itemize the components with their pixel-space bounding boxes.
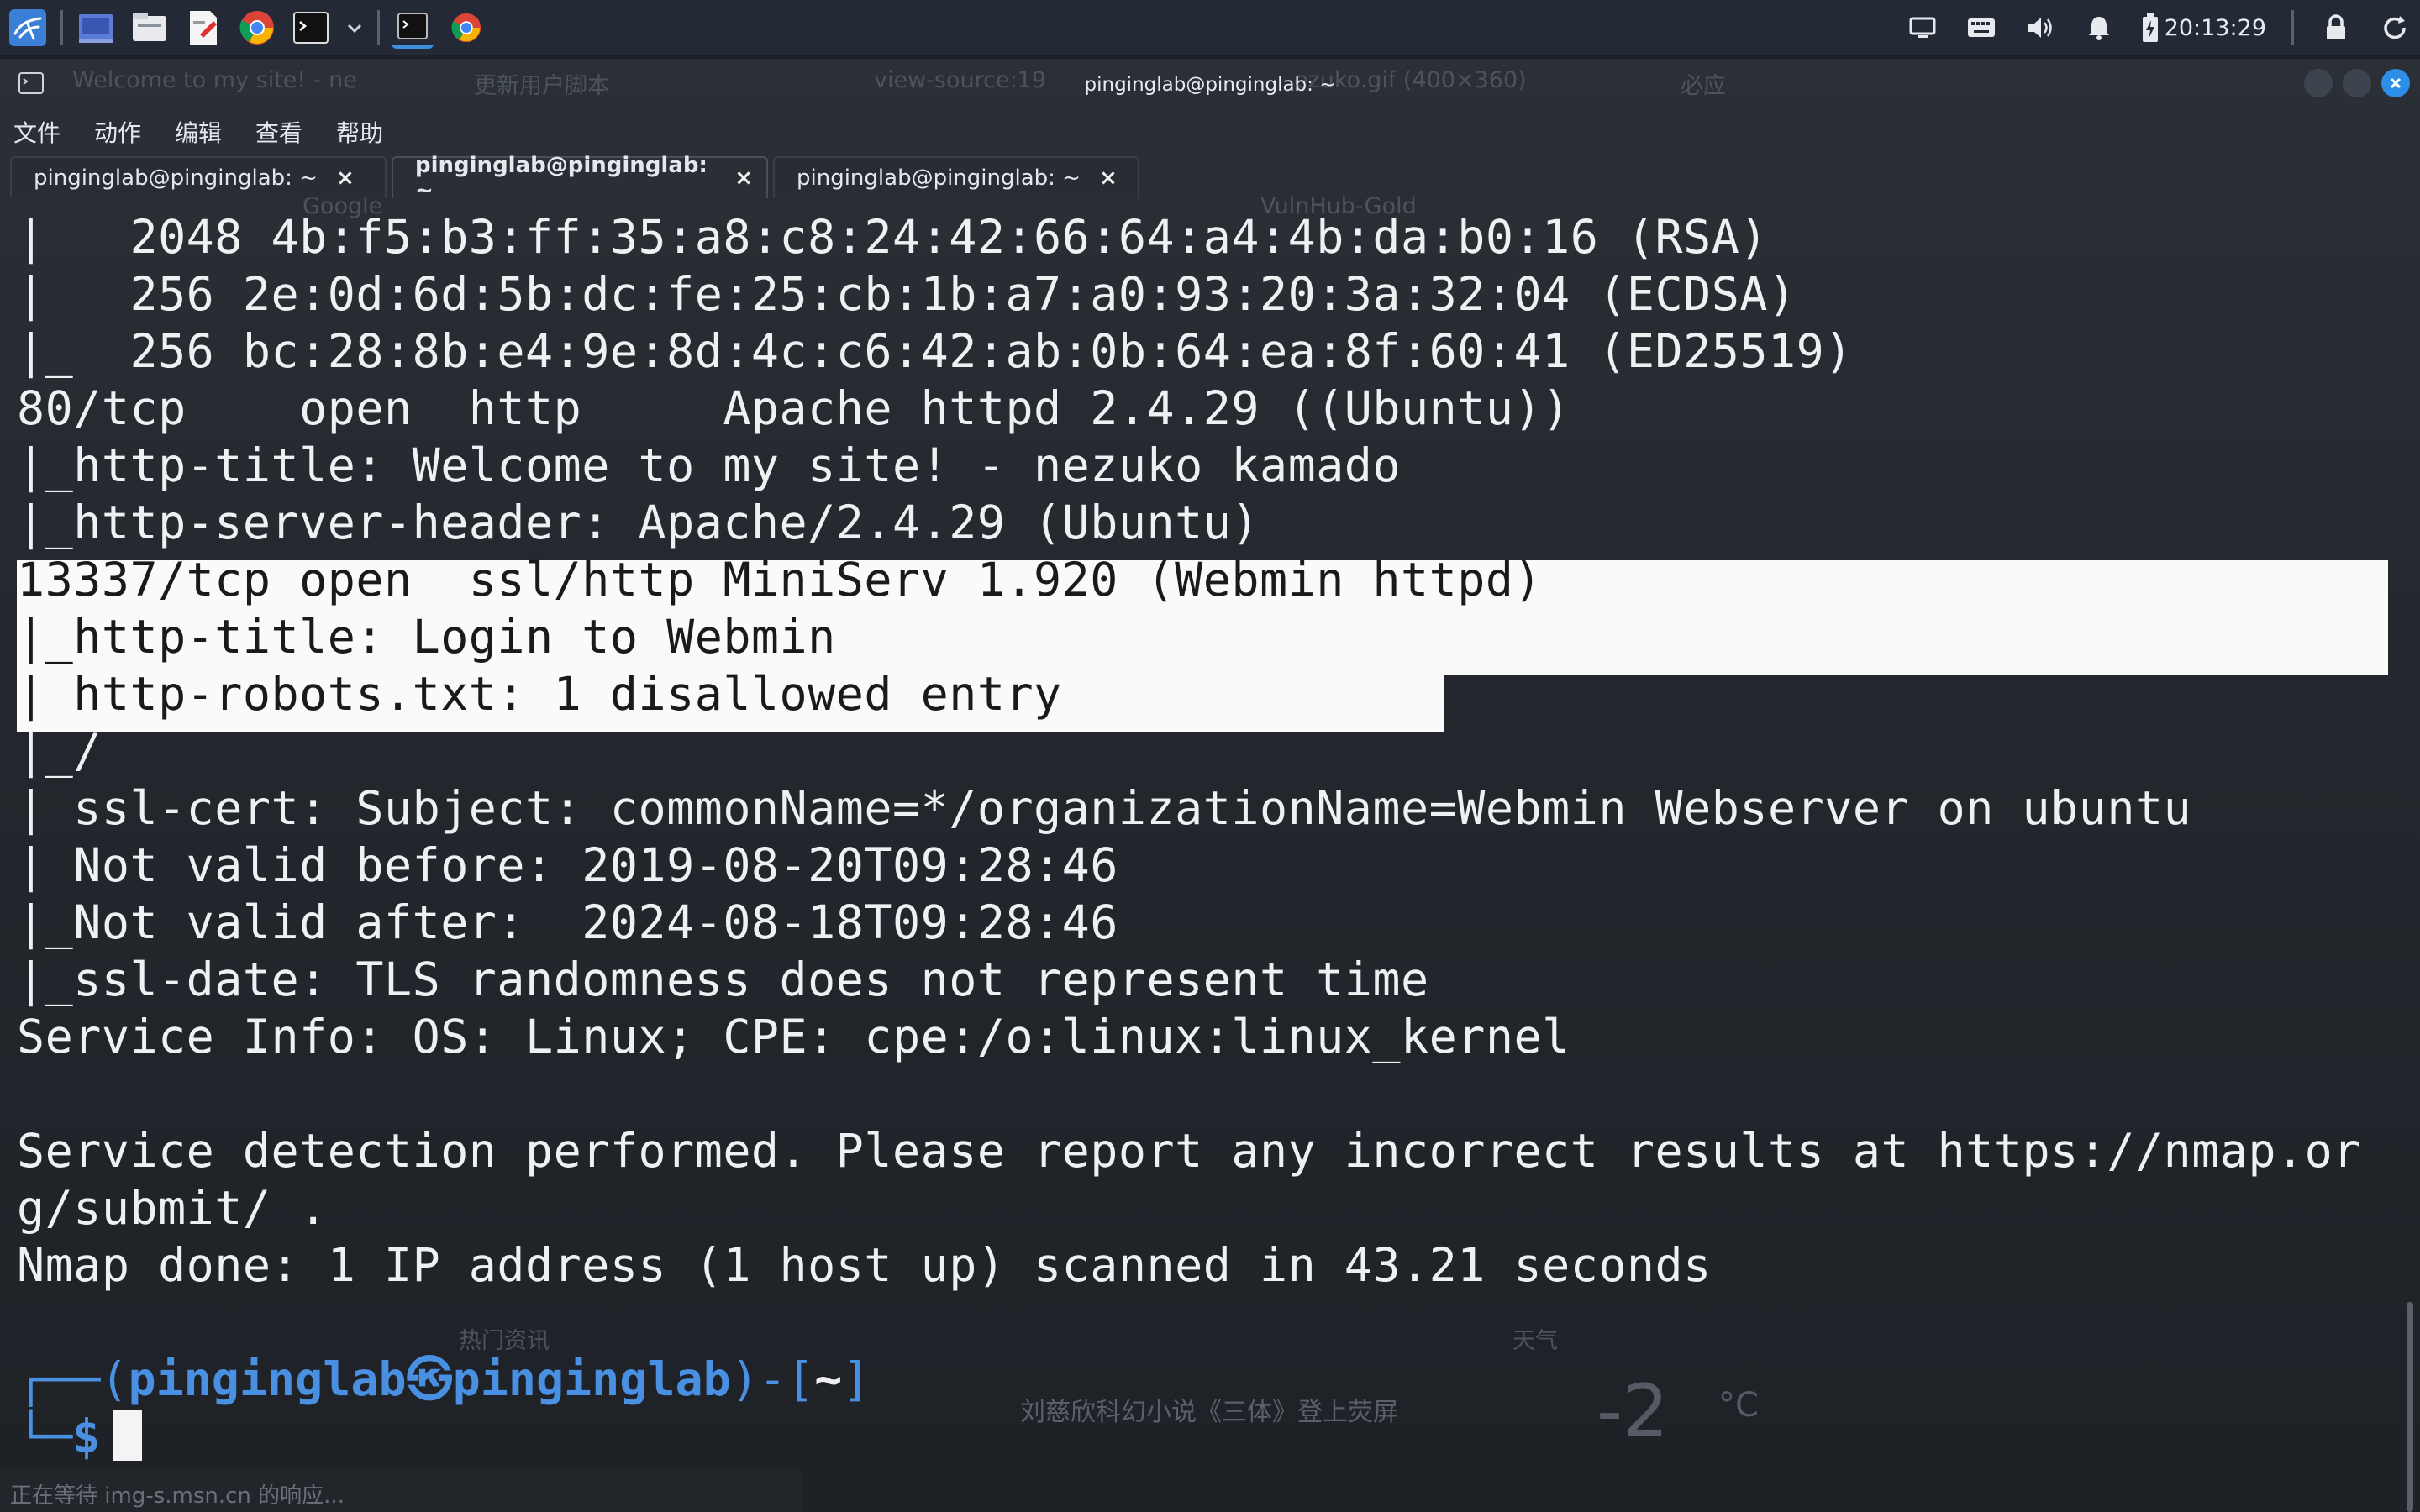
terminal-line: | Not valid before: 2019-08-20T09:28:46 xyxy=(17,838,1118,892)
clock[interactable]: 20:13:29 xyxy=(2165,15,2266,41)
menu-actions[interactable]: 动作 xyxy=(89,115,146,149)
display-icon[interactable] xyxy=(1906,11,1939,45)
maximize-button[interactable] xyxy=(2343,69,2371,97)
terminal-line-selected: |_http-title: Login to Webmin xyxy=(17,610,836,664)
file-manager-icon[interactable] xyxy=(129,7,171,49)
ghost-status-bar: 正在等待 img-s.msn.cn 的响应... xyxy=(0,1470,802,1512)
taskbar-separator xyxy=(377,10,380,45)
terminal-icon[interactable] xyxy=(290,7,332,49)
tray-separator xyxy=(2291,10,2294,45)
battery-icon xyxy=(2142,13,2158,42)
tab-session-2[interactable]: pinginglab@pinginglab: ~ × xyxy=(392,153,768,203)
menu-view[interactable]: 查看 xyxy=(250,115,308,149)
tab-session-1[interactable]: pinginglab@pinginglab: ~ × xyxy=(10,156,387,198)
terminal-output[interactable]: | 2048 4b:f5:b3:ff:35:a8:c8:24:42:66:64:… xyxy=(17,208,2395,1465)
prompt-host: pinginglab xyxy=(452,1352,731,1406)
prompt-user: pinginglab xyxy=(128,1352,407,1406)
input-line[interactable]: └─$ xyxy=(17,1408,2395,1465)
prompt-corner: ┌──( xyxy=(17,1352,129,1406)
battery-clock[interactable]: 20:13:29 xyxy=(2141,11,2266,45)
tab-bar: pinginglab@pinginglab: ~ × pinginglab@pi… xyxy=(0,153,2420,203)
scrollbar-thumb[interactable] xyxy=(2407,1302,2413,1512)
terminal-line-selected: | http-robots.txt: 1 disallowed entry xyxy=(17,667,1062,721)
window-title: pinginglab@pinginglab: ~ xyxy=(1084,74,1336,96)
terminal-line: |_http-title: Welcome to my site! - nezu… xyxy=(17,438,1402,492)
tab-label: pinginglab@pinginglab: ~ xyxy=(797,165,1081,191)
ghost-status-text: 正在等待 img-s.msn.cn 的响应... xyxy=(10,1483,345,1509)
terminal-line: Service detection performed. Please repo… xyxy=(17,1124,2361,1178)
terminal-line: 80/tcp open http Apache httpd 2.4.29 ((U… xyxy=(17,381,1570,435)
window-controls xyxy=(2304,69,2410,97)
kali-menu-icon[interactable] xyxy=(7,7,49,49)
terminal-line: g/submit/ . xyxy=(17,1181,328,1235)
system-tray: 20:13:29 xyxy=(1906,7,2412,49)
menu-file[interactable]: 文件 xyxy=(8,115,66,149)
terminal-line: |_http-server-header: Apache/2.4.29 (Ubu… xyxy=(17,496,1260,549)
terminal-line: Service Info: OS: Linux; CPE: cpe:/o:lin… xyxy=(17,1010,1570,1063)
text-cursor xyxy=(113,1410,143,1461)
prompt-at: ㉿ xyxy=(406,1352,453,1406)
text-editor-icon[interactable] xyxy=(182,7,224,49)
volume-icon[interactable] xyxy=(2023,11,2057,45)
tab-session-3[interactable]: pinginglab@pinginglab: ~ × xyxy=(773,156,1139,198)
lock-icon[interactable] xyxy=(2319,11,2353,45)
terminal-line: |_ 256 bc:28:8b:e4:9e:8d:4c:c6:42:ab:0b:… xyxy=(17,324,1853,378)
tab-label: pinginglab@pinginglab: ~ xyxy=(34,165,318,191)
terminal-line-selected: 13337/tcp open ssl/http MiniServ 1.920 (… xyxy=(17,553,1543,606)
prompt-line: ┌──(pinginglab㉿pinginglab)-[~] xyxy=(17,1351,2395,1408)
terminal-line: Nmap done: 1 IP address (1 host up) scan… xyxy=(17,1238,1712,1292)
chrome-icon[interactable] xyxy=(236,7,278,49)
terminal-line: | 2048 4b:f5:b3:ff:35:a8:c8:24:42:66:64:… xyxy=(17,210,1768,264)
window-titlebar[interactable]: pinginglab@pinginglab: ~ xyxy=(0,59,2420,113)
taskbar-launchers xyxy=(7,7,487,49)
menu-edit[interactable]: 编辑 xyxy=(170,115,227,149)
minimize-button[interactable] xyxy=(2304,69,2333,97)
bell-icon[interactable] xyxy=(2082,11,2116,45)
close-icon xyxy=(2390,77,2402,89)
terminal-window-icon[interactable] xyxy=(392,7,434,49)
keyboard-icon[interactable] xyxy=(1965,11,1998,45)
prompt-corner-bottom: └─ xyxy=(17,1410,73,1463)
close-button[interactable] xyxy=(2381,69,2410,97)
tab-close-icon[interactable]: × xyxy=(1099,165,1118,191)
power-icon[interactable] xyxy=(2378,11,2412,45)
chevron-down-icon[interactable] xyxy=(344,7,366,49)
menu-bar: 文件 动作 编辑 查看 帮助 xyxy=(8,111,388,153)
prompt-end: ] xyxy=(842,1352,871,1406)
prompt-symbol: $ xyxy=(72,1410,101,1463)
tab-close-icon[interactable]: × xyxy=(336,165,355,191)
prompt-cwd: ~ xyxy=(814,1352,843,1406)
chrome-window-icon[interactable] xyxy=(445,7,487,49)
terminal-line: |_/ xyxy=(17,724,102,778)
terminal-window: Welcome to my site! - ne 更新用户脚本 view-sou… xyxy=(0,59,2420,1512)
taskbar-separator xyxy=(60,10,63,45)
terminal-line: |_ssl-date: TLS randomness does not repr… xyxy=(17,953,1429,1006)
terminal-line: | ssl-cert: Subject: commonName=*/organi… xyxy=(17,781,2192,835)
desktop-icon[interactable] xyxy=(75,7,117,49)
terminal-line: | 256 2e:0d:6d:5b:dc:fe:25:cb:1b:a7:a0:9… xyxy=(17,267,1797,321)
taskbar: 20:13:29 xyxy=(0,0,2420,57)
prompt-mid: )-[ xyxy=(730,1352,815,1406)
tab-close-icon[interactable]: × xyxy=(734,165,753,191)
menu-help[interactable]: 帮助 xyxy=(331,115,388,149)
tab-label: pinginglab@pinginglab: ~ xyxy=(415,153,708,203)
terminal-line: |_Not valid after: 2024-08-18T09:28:46 xyxy=(17,895,1118,949)
